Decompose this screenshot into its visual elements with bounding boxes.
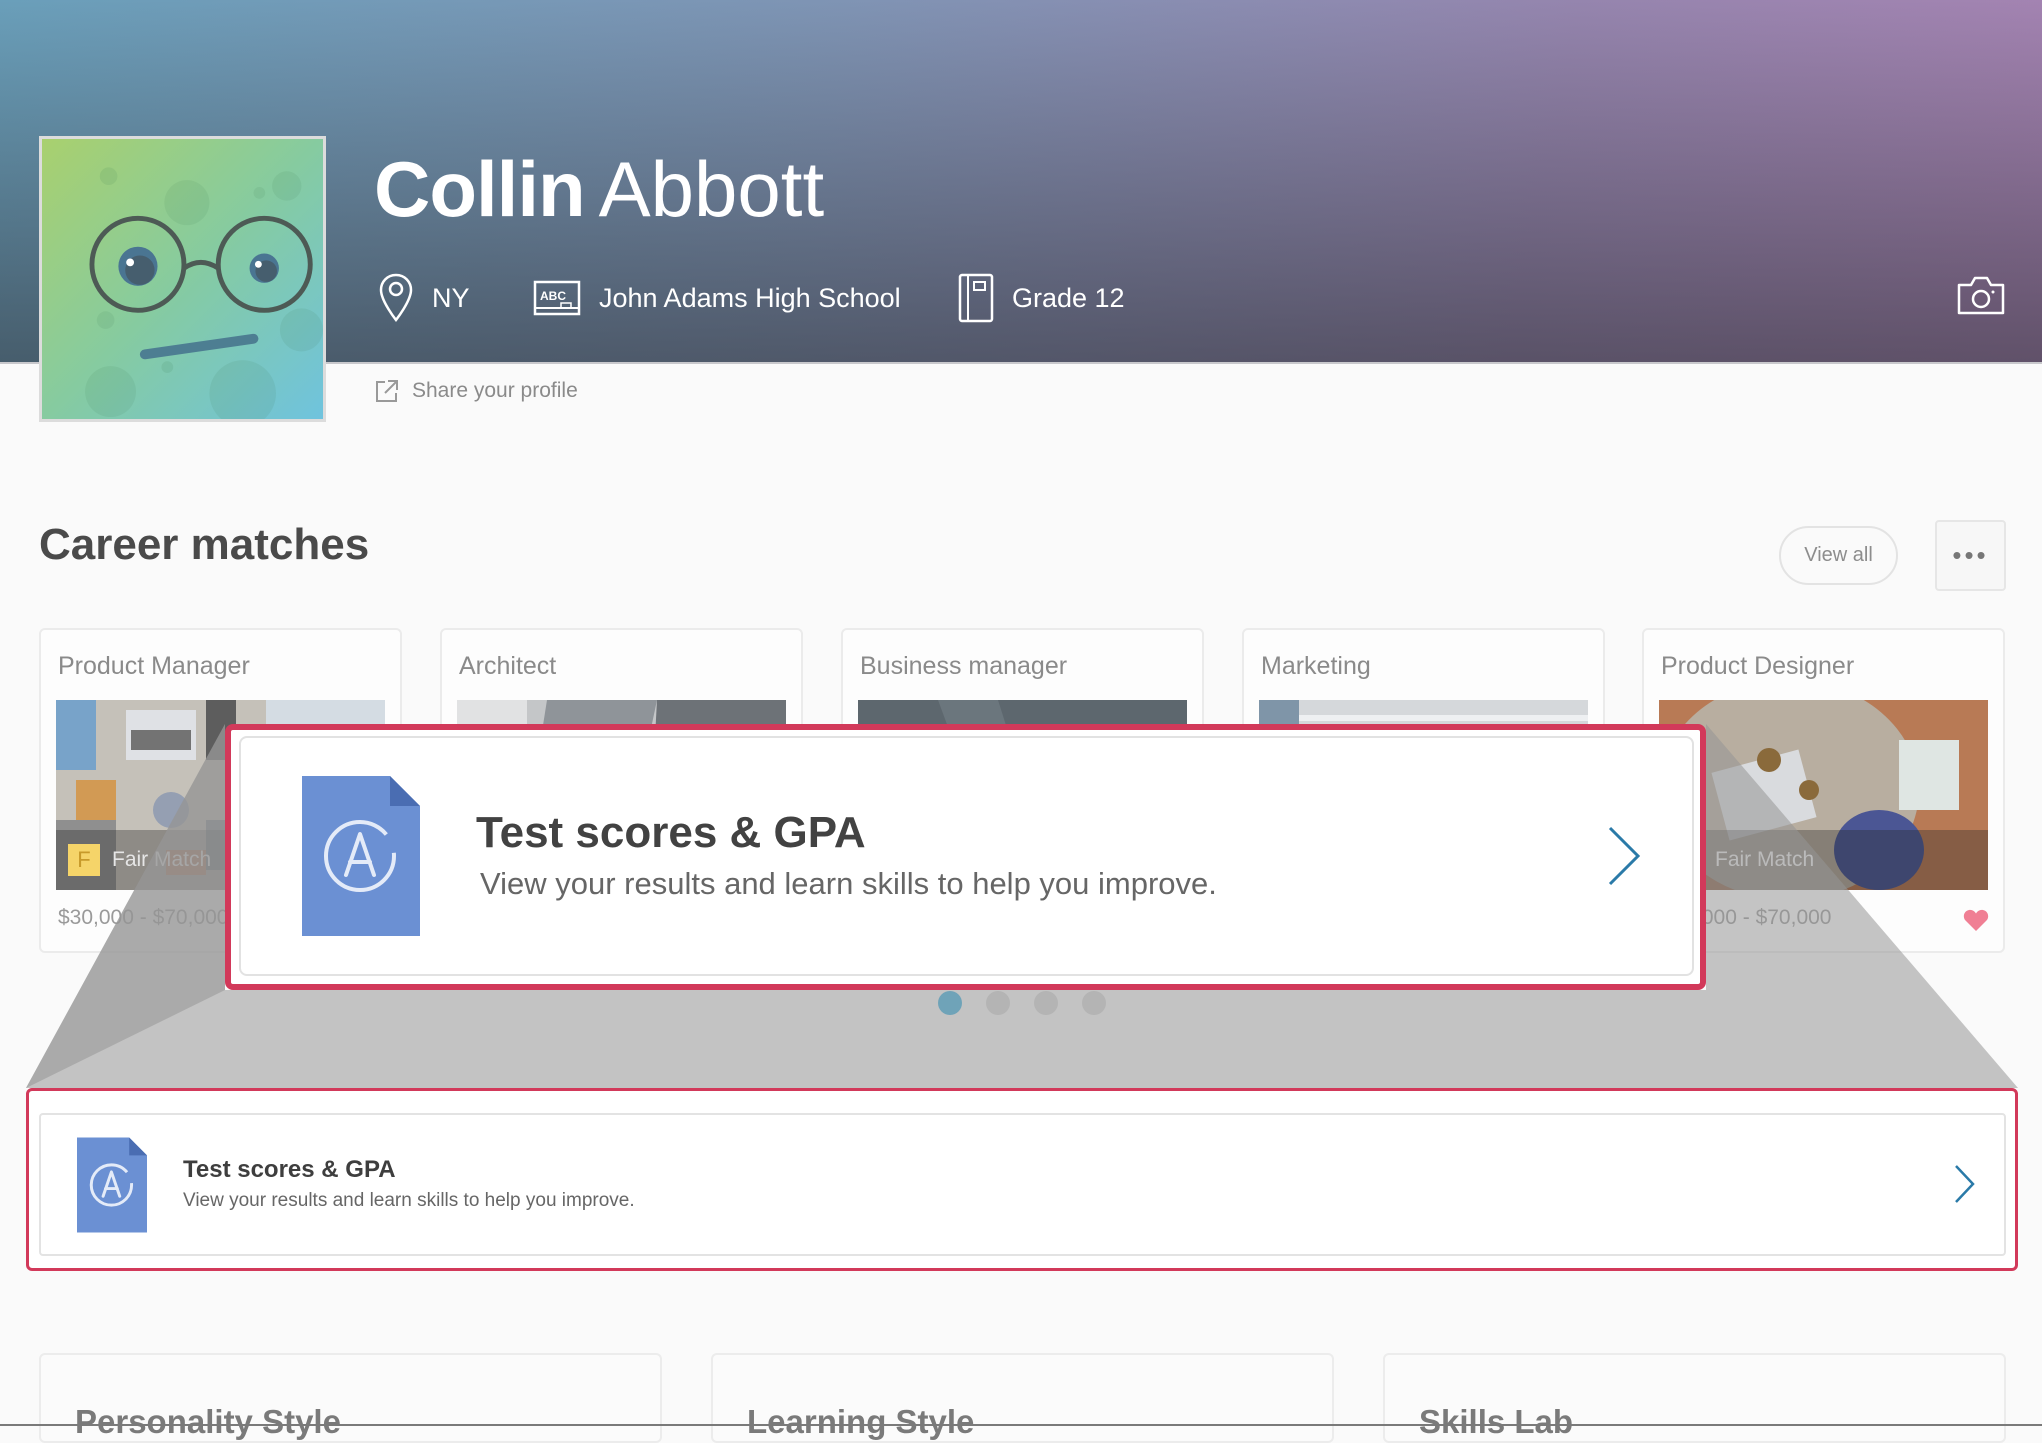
chalkboard-abc-icon: ABC	[533, 280, 581, 316]
salary-range: $30,000 - $70,000	[58, 906, 229, 929]
school-text: John Adams High School	[599, 282, 901, 313]
chevron-right-icon[interactable]	[1604, 824, 1644, 888]
career-title: Business manager	[860, 652, 1068, 680]
career-matches-heading: Career matches	[39, 520, 370, 569]
match-badge: F Fair Match	[68, 844, 211, 876]
last-name: Abbott	[598, 145, 825, 233]
test-scores-card[interactable]	[39, 1113, 2006, 1256]
card-title: Skills Lab	[1419, 1403, 1574, 1440]
chevron-right-icon[interactable]	[1952, 1164, 1976, 1204]
career-title: Product Manager	[58, 652, 250, 680]
svg-text:ABC: ABC	[540, 289, 566, 303]
share-profile-label: Share your profile	[412, 379, 578, 402]
notebook-icon	[958, 273, 994, 323]
match-label: Fair Match	[112, 848, 212, 871]
avatar[interactable]	[39, 136, 326, 422]
test-scores-title: Test scores & GPA	[183, 1156, 396, 1183]
school-info: ABC John Adams High School	[533, 272, 901, 324]
profile-name: Collin Abbott	[374, 150, 824, 228]
location-info: NY	[378, 272, 470, 324]
learning-style-card[interactable]: Learning Style	[711, 1353, 1334, 1443]
nerd-face-avatar-icon	[85, 167, 323, 419]
carousel-dot-1[interactable]	[938, 991, 962, 1015]
career-title: Product Designer	[1661, 652, 1855, 680]
grade-text: Grade 12	[1012, 282, 1125, 313]
card-title: Learning Style	[747, 1403, 975, 1440]
more-options-button[interactable]: •••	[1935, 520, 2006, 591]
test-scores-title: Test scores & GPA	[476, 808, 866, 857]
favorite-heart-icon[interactable]	[1963, 908, 1989, 932]
first-name: Collin	[374, 145, 586, 233]
carousel-dot-4[interactable]	[1082, 991, 1106, 1015]
test-scores-subtitle: View your results and learn skills to he…	[480, 866, 1217, 901]
camera-icon	[1957, 276, 2005, 315]
location-text: NY	[432, 282, 470, 313]
location-pin-icon	[379, 273, 413, 323]
match-letter: F	[68, 844, 100, 876]
test-scores-card-magnified[interactable]	[239, 736, 1694, 976]
share-external-icon	[376, 380, 398, 402]
view-all-button[interactable]: View all	[1779, 526, 1898, 585]
career-image-designer: F Fair Match	[1659, 700, 1988, 890]
career-title: Architect	[459, 652, 557, 680]
carousel-dot-2[interactable]	[986, 991, 1010, 1015]
grade-info: Grade 12	[958, 272, 1125, 324]
career-title: Marketing	[1261, 652, 1371, 680]
test-scores-subtitle: View your results and learn skills to he…	[183, 1190, 635, 1211]
change-cover-photo-button[interactable]	[1956, 274, 2006, 316]
card-title: Personality Style	[75, 1403, 341, 1440]
graded-document-icon	[77, 1137, 147, 1233]
carousel-dot-3[interactable]	[1034, 991, 1058, 1015]
match-label: Fair Match	[1715, 848, 1815, 871]
personality-style-card[interactable]: Personality Style	[39, 1353, 662, 1443]
graded-document-icon	[302, 776, 420, 936]
more-dots-icon: •••	[1952, 540, 1989, 570]
share-profile-link[interactable]: Share your profile	[374, 378, 578, 404]
skills-lab-card[interactable]: Skills Lab	[1383, 1353, 2006, 1443]
